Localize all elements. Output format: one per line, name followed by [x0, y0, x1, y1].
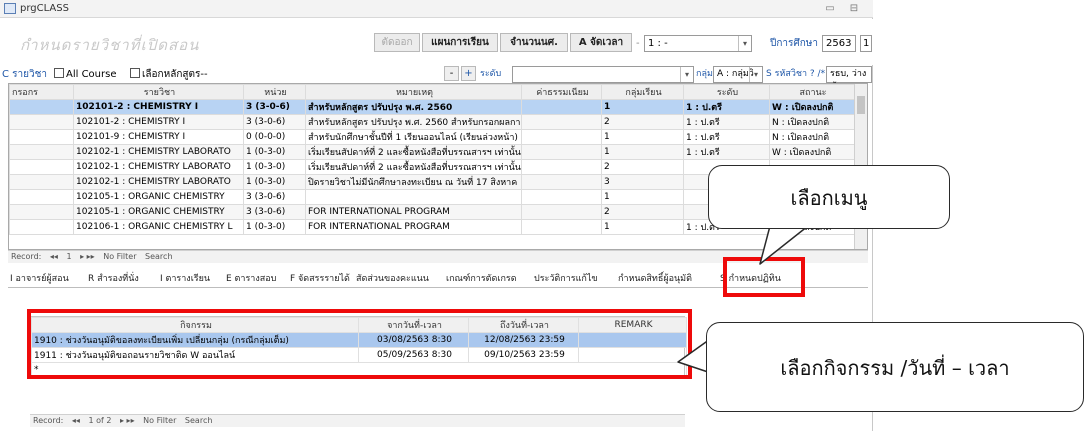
tab-reserve-seats[interactable]: R สำรองที่นั่ง	[88, 271, 139, 285]
subform-record-navigator: Record: ◂◂ 1 of 2 ▸ ▸▸ No Filter Search	[30, 414, 685, 427]
column-header[interactable]: หน่วย	[243, 84, 306, 100]
search-box[interactable]: Search	[185, 416, 212, 425]
filter-bar: C รายวิชา All Course เลือกหลักสูตร-- - +…	[0, 65, 873, 94]
chevron-down-icon: ▾	[680, 67, 693, 82]
table-row[interactable]: 102102-1 : CHEMISTRY LABORATO 1 (0-3-0) เร…	[9, 144, 855, 160]
year-suffix-input[interactable]: 1	[860, 35, 872, 52]
level-label: ระดับ	[480, 69, 502, 79]
select-curriculum-checkbox[interactable]: เลือกหลักสูตร--	[130, 67, 208, 82]
record-position[interactable]: 1 of 2	[88, 416, 111, 425]
callout-select-activity-datetime: เลือกกิจกรรม /วันที่ – เวลา	[706, 322, 1084, 412]
no-filter-label[interactable]: No Filter	[103, 252, 136, 261]
next-record-icon[interactable]: ▸ ▸▸	[120, 416, 135, 425]
tab-revenue[interactable]: F จัดสรรรายได้	[290, 271, 350, 285]
table-row[interactable]: 102101-9 : CHEMISTRY I0 (0-0-0) สำหรับนัก…	[9, 129, 855, 145]
chevron-down-icon: ▾	[738, 36, 751, 51]
highlight-activity-table	[27, 309, 692, 379]
level-select[interactable]: ▾	[512, 66, 694, 83]
window-title: prgCLASS	[20, 3, 69, 14]
title-bar: prgCLASS ▭ ⊟	[0, 0, 873, 18]
search-box[interactable]: Search	[145, 252, 172, 261]
tab-exam-schedule[interactable]: E ตารางสอบ	[226, 271, 276, 285]
schedule-button[interactable]: A จัดเวลา	[570, 33, 632, 52]
record-position[interactable]: 1	[66, 252, 71, 261]
callout-tail-menu	[759, 225, 809, 265]
table-row[interactable]: 102101-2 : CHEMISTRY I3 (3-0-6) สำหรับหลั…	[9, 114, 855, 130]
first-record-icon[interactable]: ◂◂	[72, 416, 80, 425]
student-count-button[interactable]: จำนวนนศ.	[500, 33, 568, 52]
column-header[interactable]: รายวิชา	[73, 84, 244, 100]
tab-instructors[interactable]: I อาจารย์ผู้สอน	[10, 271, 69, 285]
group-label: กลุ่ม	[696, 69, 713, 79]
academic-year-input[interactable]: 2563	[822, 35, 856, 52]
all-course-checkbox[interactable]: All Course	[54, 67, 117, 82]
column-header[interactable]: ระดับ	[683, 84, 770, 100]
column-header[interactable]: กรอกร	[9, 84, 74, 100]
tab-approver-rights[interactable]: กำหนดสิทธิ์ผู้อนุมัติ	[618, 271, 692, 285]
table-row[interactable]: 102101-2 : CHEMISTRY I3 (3-0-6) สำหรับหลั…	[9, 99, 855, 115]
column-header[interactable]: ค่าธรรมเนียม	[521, 84, 602, 100]
restore-icon[interactable]: ⊟	[846, 1, 862, 16]
form-logo-title: กำหนดรายวิชาที่เปิดสอน	[20, 36, 200, 54]
study-plan-button[interactable]: แผนการเรียน	[422, 33, 498, 52]
tab-edit-history[interactable]: ประวัติการแก้ไข	[534, 271, 598, 285]
grid-header-row: กรอกร รายวิชา หน่วย หมายเหตุ ค่าธรรมเนีย…	[9, 84, 855, 100]
year-label: ปีการศึกษา	[770, 38, 818, 49]
no-filter-label[interactable]: No Filter	[143, 416, 176, 425]
course-label: C รายวิชา	[2, 69, 48, 80]
add-filter-button[interactable]: +	[461, 66, 476, 81]
minimize-icon[interactable]: ▭	[822, 1, 838, 16]
callout-select-menu: เลือกเมนู	[708, 165, 950, 229]
chevron-down-icon: ▾	[749, 67, 762, 82]
course-code-label: S รหัสวิชา ? /*	[766, 69, 826, 79]
scroll-thumb[interactable]	[857, 96, 865, 114]
semester-select[interactable]: 1 : - ▾	[644, 35, 752, 52]
tab-class-schedule[interactable]: I ตารางเรียน	[160, 271, 210, 285]
column-header[interactable]: กลุ่มเรียน	[601, 84, 684, 100]
tab-grade-criteria[interactable]: เกณฑ์การตัดเกรด	[446, 271, 517, 285]
column-header[interactable]: สถานะ	[769, 84, 855, 100]
remove-filter-button[interactable]: -	[444, 66, 459, 81]
delete-button[interactable]: ตัดออก	[374, 33, 420, 52]
form-header: กำหนดรายวิชาที่เปิดสอน ตัดออก แผนการเรีย…	[0, 19, 873, 65]
group-select[interactable]: A : กลุ่มวิ ▾	[713, 66, 763, 83]
first-record-icon[interactable]: ◂◂	[50, 252, 58, 261]
next-record-icon[interactable]: ▸ ▸▸	[80, 252, 95, 261]
tab-score-ratio[interactable]: สัดส่วนของคะแนน	[356, 271, 429, 285]
column-header[interactable]: หมายเหตุ	[305, 84, 522, 100]
form-icon	[4, 3, 16, 14]
course-code-input[interactable]: รธบ, ว่างทั้งห	[826, 66, 872, 94]
